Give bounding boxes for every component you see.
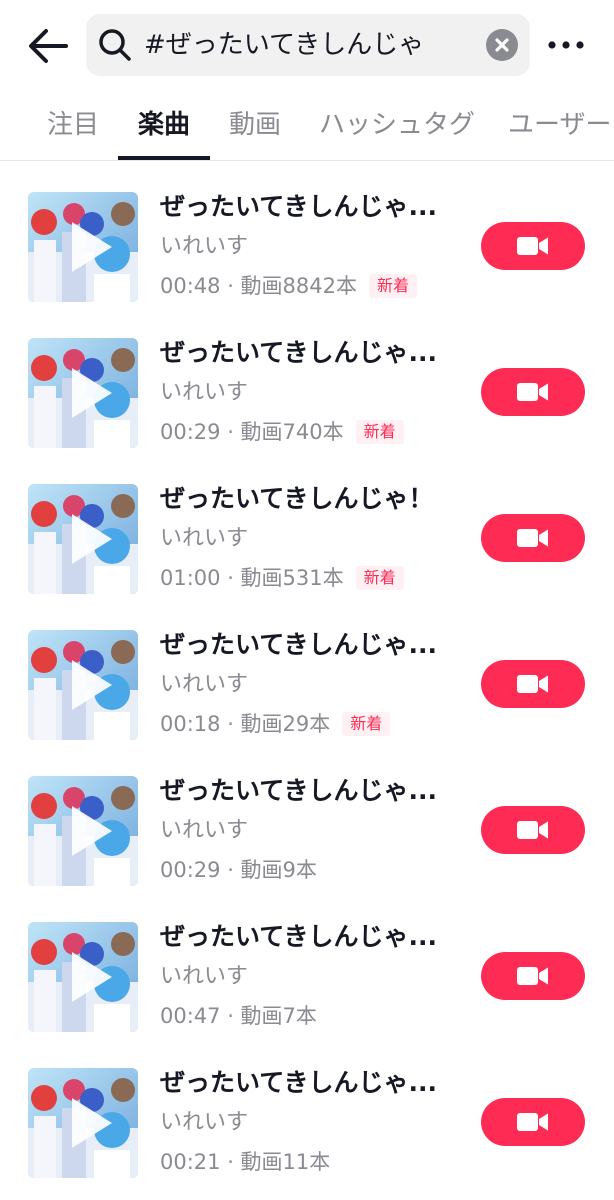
sound-duration-and-video-count: 01:00 · 動画531本 — [160, 566, 344, 590]
back-button[interactable] — [26, 26, 70, 66]
cover-image — [28, 1068, 138, 1178]
sound-row[interactable]: ぜったいてきしんじゃ... いれいす 00:21 · 動画11本 — [0, 1036, 614, 1182]
sound-duration-and-video-count: 00:48 · 動画8842本 — [160, 274, 357, 298]
sound-duration-and-video-count: 00:47 · 動画7本 — [160, 1004, 317, 1028]
search-tabs: 注目 楽曲 動画 ハッシュタグ ユーザー — [0, 96, 614, 161]
tab-videos[interactable]: 動画 — [229, 108, 281, 142]
search-icon — [99, 29, 131, 61]
new-badge: 新着 — [355, 566, 404, 590]
use-sound-button[interactable] — [481, 514, 585, 562]
search-input[interactable]: #ぜったいてきしんじゃ — [144, 27, 424, 63]
cover-art[interactable] — [28, 776, 138, 886]
sound-artist: いれいす — [160, 526, 249, 551]
use-sound-button[interactable] — [481, 1098, 585, 1146]
sound-duration-and-video-count: 00:29 · 動画740本 — [160, 420, 344, 444]
new-badge: 新着 — [369, 274, 418, 298]
use-sound-button[interactable] — [481, 952, 585, 1000]
cover-image — [28, 484, 138, 594]
use-sound-button[interactable] — [481, 806, 585, 854]
tab-hashtags[interactable]: ハッシュタグ — [319, 108, 475, 142]
video-camera-icon — [517, 529, 548, 547]
sound-artist: いれいす — [160, 964, 249, 989]
sound-artist: いれいす — [160, 818, 249, 843]
cover-art[interactable] — [28, 630, 138, 740]
sound-artist: いれいす — [160, 234, 249, 259]
sound-row[interactable]: ぜったいてきしんじゃ... いれいす 00:29 · 動画740本 新着 — [0, 306, 614, 452]
cover-art[interactable] — [28, 484, 138, 594]
use-sound-button[interactable] — [481, 222, 585, 270]
sound-duration-and-video-count: 00:18 · 動画29本 — [160, 712, 331, 736]
sound-artist: いれいす — [160, 672, 249, 697]
video-camera-icon — [517, 967, 548, 985]
cover-art[interactable] — [28, 1068, 138, 1178]
video-camera-icon — [517, 383, 548, 401]
more-icon — [548, 41, 584, 49]
cover-image — [28, 922, 138, 1032]
cover-art[interactable] — [28, 338, 138, 448]
sound-artist: いれいす — [160, 380, 249, 405]
cover-image — [28, 192, 138, 302]
search-bar[interactable]: #ぜったいてきしんじゃ — [86, 14, 530, 76]
use-sound-button[interactable] — [481, 660, 585, 708]
sound-title: ぜったいてきしんじゃ... — [160, 776, 437, 805]
sound-row[interactable]: ぜったいてきしんじゃ... いれいす 00:47 · 動画7本 — [0, 890, 614, 1036]
sound-meta-line: 00:47 · 動画7本 — [160, 1001, 317, 1031]
back-arrow-icon — [29, 29, 68, 63]
sound-meta-line: 00:18 · 動画29本 新着 — [160, 709, 391, 739]
tab-sounds[interactable]: 楽曲 — [138, 108, 190, 142]
video-camera-icon — [517, 237, 548, 255]
sound-title: ぜったいてきしんじゃ... — [160, 338, 437, 367]
cover-art[interactable] — [28, 192, 138, 302]
sound-meta-line: 01:00 · 動画531本 新着 — [160, 563, 404, 593]
tab-users[interactable]: ユーザー — [508, 108, 611, 142]
sound-duration-and-video-count: 00:29 · 動画9本 — [160, 858, 317, 882]
new-badge: 新着 — [355, 420, 404, 444]
video-camera-icon — [517, 1113, 548, 1131]
cover-art[interactable] — [28, 922, 138, 1032]
sound-meta-line: 00:29 · 動画9本 — [160, 855, 317, 885]
sound-row[interactable]: ぜったいてきしんじゃ... いれいす 00:29 · 動画9本 — [0, 744, 614, 890]
sound-meta-line: 00:21 · 動画11本 — [160, 1147, 330, 1177]
sound-meta-line: 00:48 · 動画8842本 新着 — [160, 271, 418, 301]
sound-title: ぜったいてきしんじゃ... — [160, 192, 437, 221]
sound-row[interactable]: ぜったいてきしんじゃ... いれいす 00:48 · 動画8842本 新着 — [0, 160, 614, 306]
sound-row[interactable]: ぜったいてきしんじゃ... いれいす 00:18 · 動画29本 新着 — [0, 598, 614, 744]
cover-image — [28, 776, 138, 886]
sound-title: ぜったいてきしんじゃ... — [160, 630, 437, 659]
cover-image — [28, 338, 138, 448]
cover-image — [28, 630, 138, 740]
sound-duration-and-video-count: 00:21 · 動画11本 — [160, 1150, 331, 1174]
clear-icon — [495, 38, 509, 52]
sound-title: ぜったいてきしんじゃ... — [160, 922, 437, 951]
sound-title: ぜったいてきしんじゃ... — [160, 1068, 437, 1097]
video-camera-icon — [517, 821, 548, 839]
tab-featured[interactable]: 注目 — [47, 108, 99, 142]
use-sound-button[interactable] — [481, 368, 585, 416]
sound-meta-line: 00:29 · 動画740本 新着 — [160, 417, 404, 447]
sound-artist: いれいす — [160, 1110, 249, 1135]
sound-row[interactable]: ぜったいてきしんじゃ！ いれいす 01:00 · 動画531本 新着 — [0, 452, 614, 598]
clear-search-button[interactable] — [486, 29, 518, 61]
header: #ぜったいてきしんじゃ — [0, 0, 614, 92]
more-options-button[interactable] — [546, 30, 586, 60]
new-badge: 新着 — [342, 712, 391, 736]
sound-title: ぜったいてきしんじゃ！ — [160, 484, 434, 513]
video-camera-icon — [517, 675, 548, 693]
